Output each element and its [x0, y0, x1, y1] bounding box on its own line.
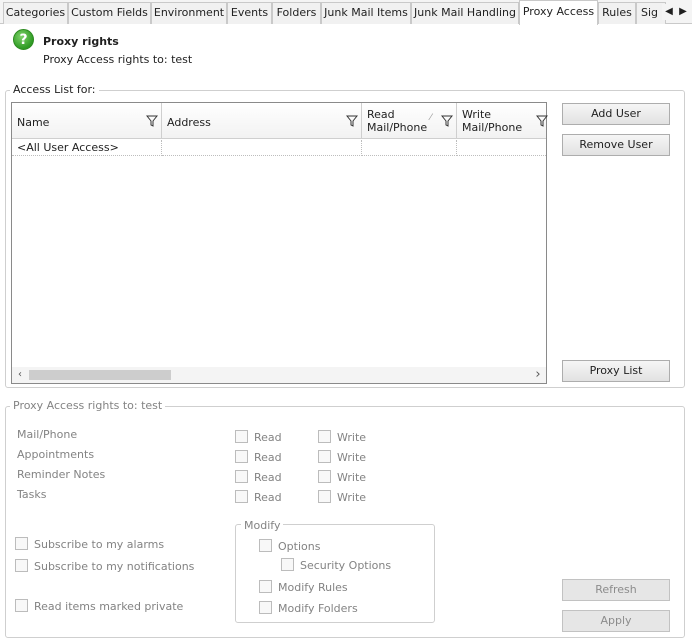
proxy-rights-label: Proxy Access rights to: test [10, 399, 166, 412]
filter-icon[interactable] [146, 115, 158, 127]
options-checkbox[interactable] [259, 539, 272, 552]
tab-strip: Categories Custom Fields Environment Eve… [0, 0, 692, 25]
column-label: Read [367, 108, 395, 121]
subscribe-notifications-checkbox[interactable] [15, 559, 28, 572]
access-list-grid[interactable]: Name Address Read Mail/Phone ⁄ Write Mai… [11, 102, 548, 384]
tab-folders[interactable]: Folders [272, 2, 321, 24]
column-header-name[interactable]: Name [12, 103, 162, 139]
checkbox-label: Write [337, 491, 367, 504]
read-appointments-checkbox[interactable] [235, 450, 248, 463]
read-mail-phone-checkbox[interactable] [235, 430, 248, 443]
write-tasks-checkbox[interactable] [318, 490, 331, 503]
tab-scroll-buttons: ◀ ▶ [662, 4, 690, 20]
chevron-right-icon[interactable]: ▶ [676, 4, 690, 20]
table-cell-write[interactable] [457, 140, 546, 156]
write-appointments-checkbox[interactable] [318, 450, 331, 463]
proxy-list-button[interactable]: Proxy List [562, 360, 670, 382]
checkbox-label: Options [278, 540, 321, 553]
rights-label-mail-phone: Mail/Phone [17, 428, 78, 441]
checkbox-label: Read [254, 451, 282, 464]
chevron-left-icon[interactable]: ◀ [662, 4, 676, 20]
checkbox-label: Read [254, 431, 282, 444]
tab-junk-mail-handling[interactable]: Junk Mail Handling [411, 2, 519, 24]
chevron-left-icon[interactable]: ‹ [12, 367, 28, 383]
tab-junk-mail-items[interactable]: Junk Mail Items [321, 2, 411, 24]
column-label: Mail/Phone [462, 121, 523, 134]
tab-custom-fields[interactable]: Custom Fields [68, 2, 151, 24]
chevron-right-icon[interactable]: › [530, 367, 546, 383]
sort-divider-icon: ⁄ [430, 113, 432, 123]
security-options-checkbox[interactable] [281, 558, 294, 571]
checkbox-label: Write [337, 471, 367, 484]
checkbox-label: Subscribe to my alarms [34, 538, 165, 551]
refresh-button[interactable]: Refresh [562, 579, 670, 601]
filter-icon[interactable] [346, 115, 358, 127]
read-tasks-checkbox[interactable] [235, 490, 248, 503]
subscribe-alarms-checkbox[interactable] [15, 537, 28, 550]
column-header-write-mail-phone[interactable]: Write Mail/Phone [457, 103, 548, 139]
tab-environment[interactable]: Environment [151, 2, 227, 24]
tab-categories[interactable]: Categories [3, 2, 68, 24]
remove-user-button[interactable]: Remove User [562, 134, 670, 156]
rights-label-tasks: Tasks [17, 488, 47, 501]
table-cell-read[interactable] [362, 140, 457, 156]
horizontal-scrollbar[interactable]: ‹ › [12, 367, 546, 383]
column-label: Write [462, 108, 492, 121]
scrollbar-thumb[interactable] [29, 370, 171, 380]
checkbox-label: Write [337, 431, 367, 444]
tab-proxy-access[interactable]: Proxy Access [519, 0, 598, 25]
table-cell-name[interactable]: <All User Access> [12, 140, 162, 156]
checkbox-label: Read [254, 471, 282, 484]
checkbox-label: Read [254, 491, 282, 504]
tab-rules[interactable]: Rules [598, 2, 636, 24]
page-title: Proxy rights [43, 35, 119, 48]
add-user-button[interactable]: Add User [562, 103, 670, 125]
checkbox-label: Modify Folders [278, 602, 358, 615]
checkbox-label: Subscribe to my notifications [34, 560, 195, 573]
checkbox-label: Modify Rules [278, 581, 348, 594]
read-private-checkbox[interactable] [15, 599, 28, 612]
write-reminder-notes-checkbox[interactable] [318, 470, 331, 483]
page-subtitle: Proxy Access rights to: test [43, 53, 193, 66]
filter-icon[interactable] [441, 115, 453, 127]
checkbox-label: Write [337, 451, 367, 464]
write-mail-phone-checkbox[interactable] [318, 430, 331, 443]
help-icon: ? [13, 29, 34, 50]
checkbox-label: Read items marked private [34, 600, 184, 613]
column-header-address[interactable]: Address [162, 103, 362, 139]
modify-folders-checkbox[interactable] [259, 601, 272, 614]
column-label: Mail/Phone [367, 121, 428, 134]
access-list-label: Access List for: [10, 83, 99, 96]
read-reminder-notes-checkbox[interactable] [235, 470, 248, 483]
rights-label-reminder-notes: Reminder Notes [17, 468, 106, 481]
column-header-read-mail-phone[interactable]: Read Mail/Phone ⁄ [362, 103, 457, 139]
filter-icon[interactable] [536, 115, 548, 127]
modify-rules-checkbox[interactable] [259, 580, 272, 593]
column-label: Name [17, 116, 50, 129]
table-cell-address[interactable] [162, 140, 362, 156]
apply-button[interactable]: Apply [562, 610, 670, 632]
rights-label-appointments: Appointments [17, 448, 95, 461]
column-label: Address [167, 116, 211, 129]
modify-group-label: Modify [241, 519, 284, 532]
checkbox-label: Security Options [300, 559, 392, 572]
tab-events[interactable]: Events [227, 2, 272, 24]
